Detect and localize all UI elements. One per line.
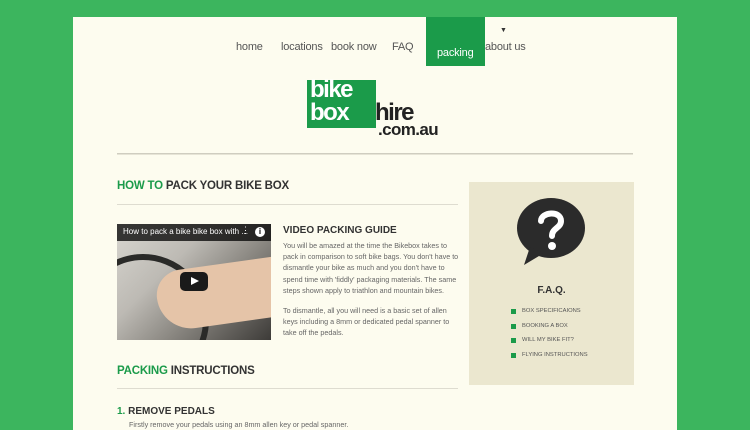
faq-sidebar: F.A.Q. BOX SPECIFICAIONS BOOKING A BOX W… bbox=[469, 182, 634, 385]
faq-item-label[interactable]: BOX SPECIFICAIONS bbox=[522, 308, 581, 314]
video-title[interactable]: How to pack a bike bike box with ... bbox=[123, 227, 248, 236]
faq-item-bike-fit[interactable]: WILL MY BIKE FIT? bbox=[511, 336, 588, 351]
bullet-icon bbox=[511, 338, 516, 343]
faq-title: F.A.Q. bbox=[537, 285, 566, 296]
dropdown-caret-icon: ▼ bbox=[500, 27, 507, 34]
page-content: home locations book now FAQ packing abou… bbox=[73, 17, 677, 430]
nav-home[interactable]: home bbox=[236, 41, 263, 53]
question-bubble-icon bbox=[517, 198, 585, 265]
section-divider bbox=[117, 388, 458, 389]
nav-book-now[interactable]: book now bbox=[331, 41, 377, 53]
packing-heading-accent: PACKING bbox=[117, 365, 168, 377]
video-player[interactable]: How to pack a bike bike box with ... ⋮ i bbox=[117, 224, 271, 340]
logo-word-box: box bbox=[310, 99, 350, 126]
faq-item-label[interactable]: WILL MY BIKE FIT? bbox=[522, 337, 574, 343]
section-divider bbox=[117, 204, 458, 205]
site-logo[interactable]: bike box hire .com.au bbox=[307, 76, 447, 144]
video-guide-paragraph-1: You will be amazed at the time the Bikeb… bbox=[283, 241, 459, 295]
bullet-icon bbox=[511, 309, 516, 314]
video-guide-title: VIDEO PACKING GUIDE bbox=[283, 225, 397, 236]
packing-instructions-heading: PACKING INSTRUCTIONS bbox=[117, 365, 255, 377]
nav-packing[interactable]: packing bbox=[426, 17, 485, 66]
bullet-icon bbox=[511, 323, 516, 329]
video-guide-paragraph-2: To dismantle, all you will need is a bas… bbox=[283, 306, 450, 338]
faq-item-box-specs[interactable]: BOX SPECIFICAIONS bbox=[511, 307, 588, 322]
main-nav: home locations book now FAQ packing abou… bbox=[73, 17, 677, 66]
play-button-icon[interactable] bbox=[180, 272, 208, 291]
nav-faq[interactable]: FAQ bbox=[392, 41, 414, 53]
step-1-heading: 1. REMOVE PEDALS bbox=[117, 406, 215, 417]
faq-item-booking[interactable]: BOOKING A BOX bbox=[511, 322, 588, 337]
step-1-title: REMOVE PEDALS bbox=[125, 406, 215, 417]
faq-item-label[interactable]: FLYING INSTRUCTIONS bbox=[522, 352, 588, 358]
faq-list: BOX SPECIFICAIONS BOOKING A BOX WILL MY … bbox=[511, 307, 588, 365]
nav-locations[interactable]: locations bbox=[281, 41, 323, 53]
faq-item-label[interactable]: BOOKING A BOX bbox=[522, 323, 568, 329]
faq-item-flying[interactable]: FLYING INSTRUCTIONS bbox=[511, 351, 588, 366]
logo-domain: .com.au bbox=[378, 120, 439, 139]
nav-about-us[interactable]: about us bbox=[485, 41, 526, 53]
how-to-heading-rest: PACK YOUR BIKE BOX bbox=[162, 180, 290, 192]
how-to-heading-accent: HOW TO bbox=[117, 180, 163, 192]
packing-heading-rest: INSTRUCTIONS bbox=[167, 365, 255, 377]
how-to-heading: HOW TO PACK YOUR BIKE BOX bbox=[117, 180, 289, 192]
step-1-text: Firstly remove your pedals using an 8mm … bbox=[129, 420, 349, 429]
video-menu-icon[interactable]: ⋮ bbox=[241, 225, 250, 236]
video-info-icon[interactable]: i bbox=[255, 227, 265, 237]
header-divider bbox=[117, 153, 633, 155]
bullet-icon bbox=[511, 352, 516, 358]
